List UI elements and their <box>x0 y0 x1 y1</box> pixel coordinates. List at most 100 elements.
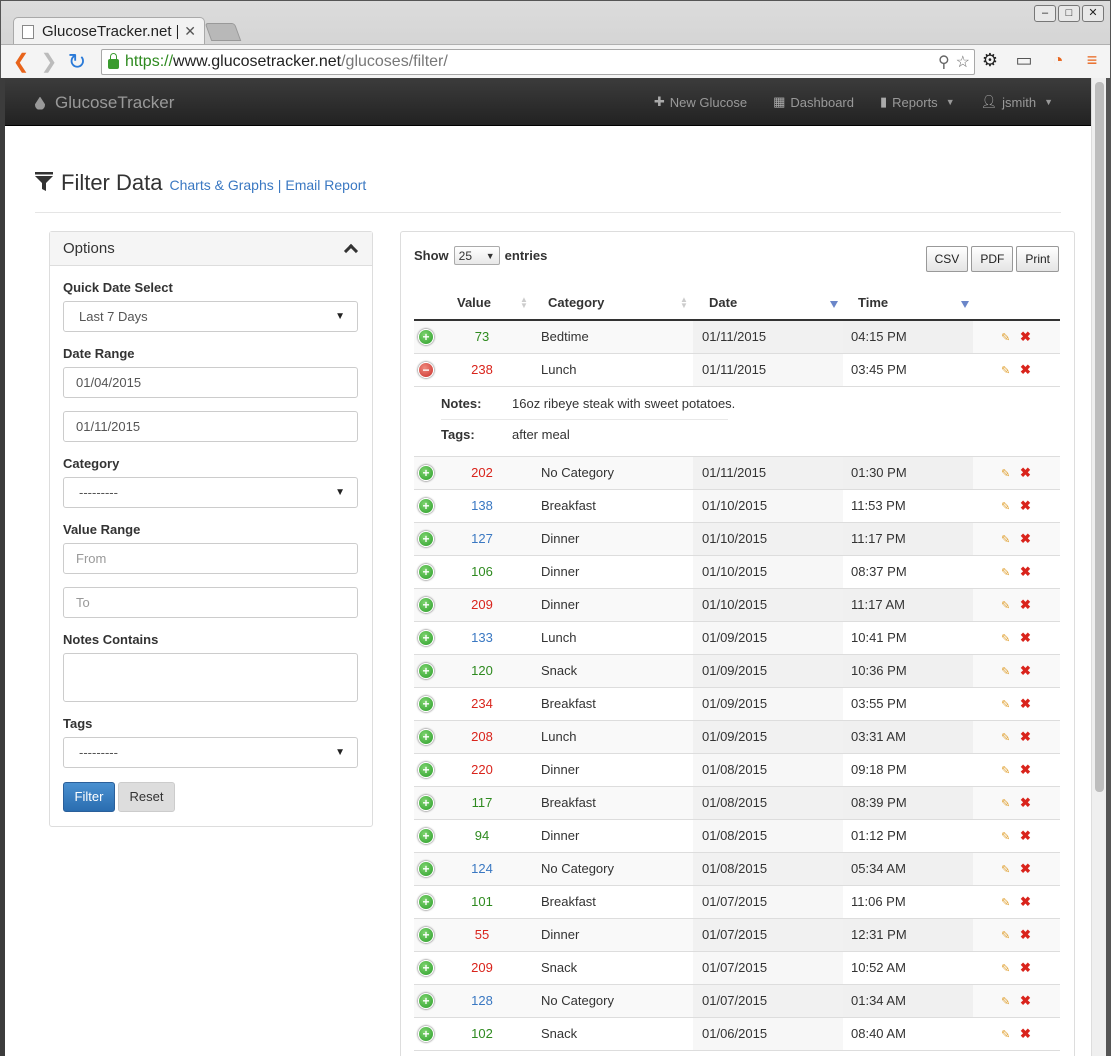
minimize-button[interactable]: – <box>1034 5 1056 22</box>
expand-row-icon[interactable]: + <box>418 696 434 712</box>
tags-select[interactable]: --------- ▼ <box>63 737 358 768</box>
delete-x-icon[interactable]: ✖ <box>1020 729 1031 745</box>
expand-row-icon[interactable]: + <box>418 531 434 547</box>
address-bar[interactable]: https://www.glucosetracker.net/glucoses/… <box>101 49 975 75</box>
edit-pencil-icon[interactable]: ✎ <box>1001 599 1010 612</box>
delete-x-icon[interactable]: ✖ <box>1020 465 1031 481</box>
category-select[interactable]: --------- ▼ <box>63 477 358 508</box>
edit-pencil-icon[interactable]: ✎ <box>1001 331 1010 344</box>
delete-x-icon[interactable]: ✖ <box>1020 861 1031 877</box>
expand-row-icon[interactable]: + <box>418 498 434 514</box>
expand-row-icon[interactable]: + <box>418 1026 434 1042</box>
filter-button[interactable]: Filter <box>63 782 115 812</box>
edit-pencil-icon[interactable]: ✎ <box>1001 500 1010 513</box>
expand-row-icon[interactable]: + <box>418 894 434 910</box>
edit-pencil-icon[interactable]: ✎ <box>1001 533 1010 546</box>
page-scrollbar[interactable] <box>1091 78 1106 1056</box>
expand-row-icon[interactable]: + <box>418 564 434 580</box>
delete-x-icon[interactable]: ✖ <box>1020 564 1031 580</box>
delete-x-icon[interactable]: ✖ <box>1020 498 1031 514</box>
reset-button[interactable]: Reset <box>118 782 175 812</box>
column-header-date[interactable]: Date <box>709 295 737 310</box>
delete-x-icon[interactable]: ✖ <box>1020 329 1031 345</box>
expand-row-icon[interactable]: + <box>418 960 434 976</box>
delete-x-icon[interactable]: ✖ <box>1020 663 1031 679</box>
edit-pencil-icon[interactable]: ✎ <box>1001 566 1010 579</box>
delete-x-icon[interactable]: ✖ <box>1020 960 1031 976</box>
edit-pencil-icon[interactable]: ✎ <box>1001 962 1010 975</box>
expand-row-icon[interactable]: + <box>418 465 434 481</box>
maximize-button[interactable]: □ <box>1058 5 1080 22</box>
expand-row-icon[interactable]: + <box>418 993 434 1009</box>
nav-dashboard[interactable]: ▦ Dashboard <box>773 94 854 110</box>
edit-pencil-icon[interactable]: ✎ <box>1001 764 1010 777</box>
delete-x-icon[interactable]: ✖ <box>1020 762 1031 778</box>
print-button[interactable]: Print <box>1016 246 1059 272</box>
settings-gear-icon[interactable]: ⚙ <box>978 50 1002 71</box>
reload-icon[interactable]: ↻ <box>63 48 91 76</box>
expand-row-icon[interactable]: + <box>418 795 434 811</box>
edit-pencil-icon[interactable]: ✎ <box>1001 896 1010 909</box>
date-from-field[interactable]: 01/04/2015 <box>63 367 358 398</box>
value-to-field[interactable]: To <box>63 587 358 618</box>
rss-icon[interactable]: ◔ <box>1046 50 1070 71</box>
search-icon[interactable]: ⚲ <box>938 52 950 72</box>
options-header[interactable]: Options <box>50 232 372 266</box>
nav-user-menu[interactable]: 👤︎ jsmith ▼ <box>981 94 1053 110</box>
scrollbar-thumb[interactable] <box>1095 82 1104 792</box>
edit-pencil-icon[interactable]: ✎ <box>1001 698 1010 711</box>
edit-pencil-icon[interactable]: ✎ <box>1001 995 1010 1008</box>
brand[interactable]: GlucoseTracker <box>35 93 174 113</box>
delete-x-icon[interactable]: ✖ <box>1020 597 1031 613</box>
delete-x-icon[interactable]: ✖ <box>1020 630 1031 646</box>
value-from-field[interactable]: From <box>63 543 358 574</box>
delete-x-icon[interactable]: ✖ <box>1020 993 1031 1009</box>
quick-date-select[interactable]: Last 7 Days ▼ <box>63 301 358 332</box>
edit-pencil-icon[interactable]: ✎ <box>1001 863 1010 876</box>
expand-row-icon[interactable]: + <box>418 828 434 844</box>
edit-pencil-icon[interactable]: ✎ <box>1001 1028 1010 1041</box>
delete-x-icon[interactable]: ✖ <box>1020 894 1031 910</box>
edit-pencil-icon[interactable]: ✎ <box>1001 830 1010 843</box>
delete-x-icon[interactable]: ✖ <box>1020 795 1031 811</box>
delete-x-icon[interactable]: ✖ <box>1020 828 1031 844</box>
email-report-link[interactable]: Email Report <box>285 177 366 193</box>
delete-x-icon[interactable]: ✖ <box>1020 362 1031 378</box>
notes-contains-textarea[interactable] <box>63 653 358 702</box>
delete-x-icon[interactable]: ✖ <box>1020 696 1031 712</box>
edit-pencil-icon[interactable]: ✎ <box>1001 467 1010 480</box>
expand-row-icon[interactable]: + <box>418 762 434 778</box>
date-to-field[interactable]: 01/11/2015 <box>63 411 358 442</box>
csv-button[interactable]: CSV <box>925 246 969 272</box>
cast-icon[interactable]: ▭ <box>1012 50 1036 71</box>
delete-x-icon[interactable]: ✖ <box>1020 1026 1031 1042</box>
edit-pencil-icon[interactable]: ✎ <box>1001 731 1010 744</box>
browser-tab[interactable]: GlucoseTracker.net | ✕ <box>13 17 205 45</box>
edit-pencil-icon[interactable]: ✎ <box>1001 665 1010 678</box>
new-tab-button[interactable] <box>204 23 242 41</box>
expand-row-icon[interactable]: + <box>418 861 434 877</box>
edit-pencil-icon[interactable]: ✎ <box>1001 797 1010 810</box>
chevron-up-icon[interactable] <box>343 243 359 259</box>
expand-row-icon[interactable]: + <box>418 329 434 345</box>
bookmark-star-icon[interactable]: ☆ <box>956 52 970 72</box>
collapse-row-icon[interactable]: − <box>418 362 434 378</box>
close-window-button[interactable]: ✕ <box>1082 5 1104 22</box>
charts-graphs-link[interactable]: Charts & Graphs <box>169 177 273 193</box>
edit-pencil-icon[interactable]: ✎ <box>1001 632 1010 645</box>
menu-icon[interactable]: ≡ <box>1080 50 1104 71</box>
expand-row-icon[interactable]: + <box>418 663 434 679</box>
pdf-button[interactable]: PDF <box>971 246 1014 272</box>
column-header-time[interactable]: Time <box>858 295 888 310</box>
expand-row-icon[interactable]: + <box>418 729 434 745</box>
column-header-category[interactable]: Category <box>548 295 604 310</box>
close-tab-icon[interactable]: ✕ <box>184 23 196 40</box>
delete-x-icon[interactable]: ✖ <box>1020 927 1031 943</box>
expand-row-icon[interactable]: + <box>418 630 434 646</box>
edit-pencil-icon[interactable]: ✎ <box>1001 929 1010 942</box>
edit-pencil-icon[interactable]: ✎ <box>1001 364 1010 377</box>
expand-row-icon[interactable]: + <box>418 597 434 613</box>
forward-icon[interactable]: ❯ <box>35 48 63 76</box>
column-header-value[interactable]: Value <box>457 295 491 310</box>
entries-select[interactable]: 25 ▼ <box>453 246 500 265</box>
